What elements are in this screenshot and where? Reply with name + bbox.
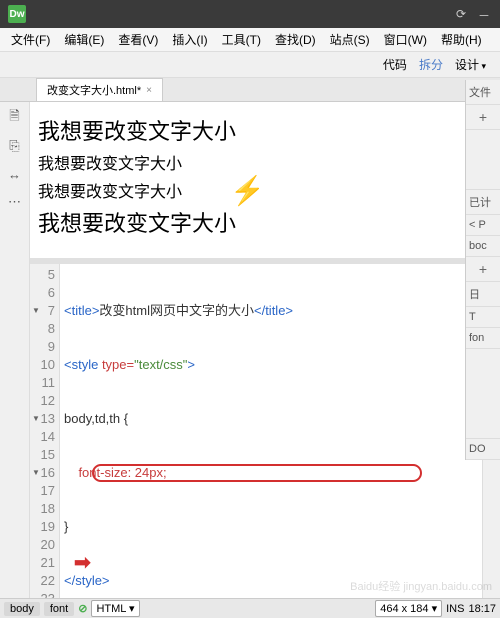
tab-title: 改变文字大小.html* [47,82,141,98]
menu-window[interactable]: 窗口(W) [377,31,434,48]
preview-line-4: 我想要改变文字大小 [38,206,474,238]
language-select[interactable]: HTML ▾ [91,600,139,617]
menu-view[interactable]: 查看(V) [111,31,165,48]
menu-site[interactable]: 站点(S) [323,31,377,48]
panel-row[interactable]: fon [466,328,500,349]
files-panel-label[interactable]: 文件 [466,80,500,105]
view-split[interactable]: 拆分 [419,56,443,73]
minimize-icon[interactable]: － [478,7,492,21]
panel-row[interactable]: boc [466,236,500,257]
more-icon[interactable]: ⋯ [7,194,23,210]
section-label: 已计 [466,190,500,215]
insert-mode[interactable]: INS [446,603,464,615]
expand-icon[interactable]: ↔ [7,166,23,182]
tabbar: 改变文字大小.html* × [0,78,500,102]
document-tab[interactable]: 改变文字大小.html* × [36,78,163,101]
view-code[interactable]: 代码 [383,56,407,73]
lightning-icon: ⚡ [230,174,265,207]
preview-pane: 我想要改变文字大小 我想要改变文字大小 我想要改变文字大小 我想要改变文字大小 … [30,102,482,264]
panel-row[interactable]: DO [466,439,500,460]
code-body[interactable]: <title>改变html网页中文字的大小</title> <style typ… [60,264,482,598]
viewbar: 代码 拆分 设计 [0,52,500,78]
breadcrumb-body[interactable]: body [4,602,40,616]
menu-insert[interactable]: 插入(I) [165,31,214,48]
panel-row[interactable]: T [466,307,500,328]
menu-edit[interactable]: 编辑(E) [57,31,111,48]
sync-icon[interactable]: ⟳ [456,7,470,21]
preview-line-1: 我想要改变文字大小 [38,114,474,146]
app-logo: Dw [8,5,26,23]
statusbar: body font ⊘ HTML ▾ 464 x 184 ▾ INS 18:17 [0,598,500,618]
view-design[interactable]: 设计 [455,56,486,73]
menu-file[interactable]: 文件(F) [4,31,57,48]
menu-find[interactable]: 查找(D) [268,31,323,48]
code-pane[interactable]: 5 6 7 8 9 10 11 12 13 14 15 16 17 18 19 … [30,264,482,598]
menubar: 文件(F) 编辑(E) 查看(V) 插入(I) 工具(T) 查找(D) 站点(S… [0,28,500,52]
menu-tools[interactable]: 工具(T) [215,31,268,48]
check-icon[interactable]: ⊘ [78,602,87,615]
copy-icon[interactable]: ⎘ [7,138,23,154]
breadcrumb-font[interactable]: font [44,602,74,616]
add-panel-icon[interactable]: + [466,105,500,130]
new-doc-icon[interactable]: 🗎 [7,110,23,126]
left-toolbar: 🗎 ⎘ ↔ ⋯ [0,102,30,598]
close-icon[interactable]: × [146,85,152,96]
add-icon[interactable]: + [466,257,500,282]
panel-row[interactable]: < P [466,215,500,236]
panel-row[interactable]: 日 [466,282,500,307]
menu-help[interactable]: 帮助(H) [434,31,489,48]
red-arrow-icon: ➡ [74,554,91,572]
dimensions-select[interactable]: 464 x 184 ▾ [375,600,442,617]
line-gutter: 5 6 7 8 9 10 11 12 13 14 15 16 17 18 19 … [30,264,60,598]
preview-line-2: 我想要改变文字大小 [38,150,474,174]
right-panels: 文件 + 已计 < P boc + 日 T fon DO [465,80,500,460]
cursor-position: 18:17 [468,603,496,615]
